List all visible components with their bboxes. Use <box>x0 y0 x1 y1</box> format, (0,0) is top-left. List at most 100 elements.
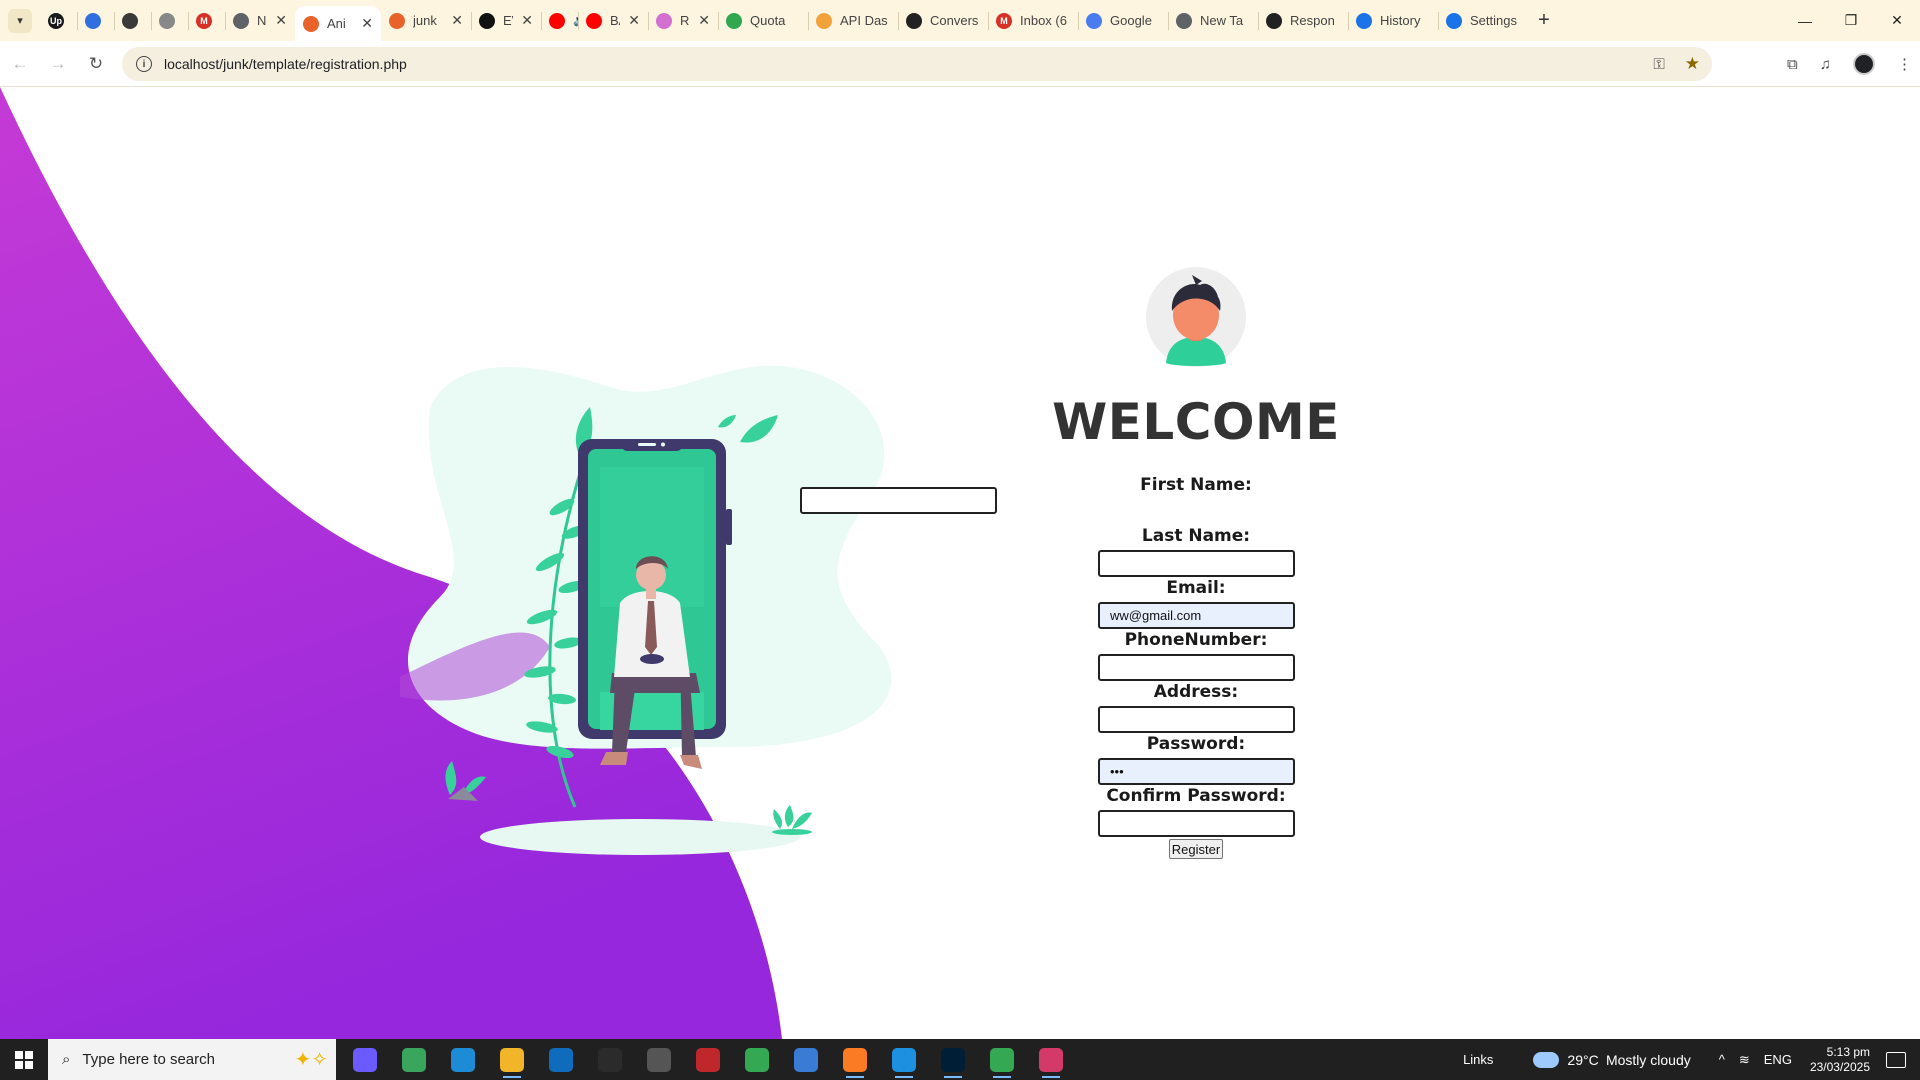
taskbar-app[interactable] <box>340 1039 389 1080</box>
search-highlight-icon: ✦✧ <box>294 1049 328 1071</box>
tab-favicon-icon <box>726 12 742 29</box>
browser-tab[interactable] <box>77 0 114 41</box>
start-button[interactable] <box>0 1039 48 1080</box>
browser-tab[interactable]: Settings <box>1438 0 1528 41</box>
address-bar[interactable]: i localhost/junk/template/registration.p… <box>122 47 1712 81</box>
tab-list: Up M Ne ✕ Ani ✕ junk ✕ EV ✕ 🔈✕ BA ✕ Rev ✕ Quota API Das C… <box>40 0 1528 41</box>
file-explorer-icon <box>499 1047 524 1072</box>
close-tab-icon[interactable]: ✕ <box>521 12 533 29</box>
first-name-input[interactable] <box>800 487 997 514</box>
browser-tab[interactable]: junk ✕ <box>381 0 471 41</box>
menu-kebab-icon[interactable]: ⋮ <box>1897 55 1912 73</box>
browser-tab[interactable]: Rev ✕ <box>648 0 718 41</box>
new-tab-button[interactable]: + <box>1528 5 1560 37</box>
taskbar-app[interactable] <box>732 1039 781 1080</box>
search-icon: ⌕ <box>62 1051 71 1068</box>
browser-tab[interactable]: Google <box>1078 0 1168 41</box>
tab-favicon-icon: Up <box>48 12 64 29</box>
close-tab-icon[interactable]: ✕ <box>698 12 710 29</box>
last-name-input[interactable] <box>1098 550 1295 577</box>
arrow-left-icon: ← <box>11 53 29 73</box>
profile-avatar[interactable] <box>1853 53 1875 75</box>
restore-button[interactable]: ❐ <box>1828 0 1874 41</box>
taskbar-app[interactable] <box>389 1039 438 1080</box>
site-info-icon[interactable]: i <box>136 56 152 72</box>
browser-tab[interactable]: Quota <box>718 0 808 41</box>
links-toolbar[interactable]: Links <box>1463 1052 1493 1067</box>
password-label: Password: <box>1146 734 1246 754</box>
reload-button[interactable]: ↻ <box>78 46 114 82</box>
taskbar-app[interactable] <box>830 1039 879 1080</box>
taskbar-app[interactable] <box>1026 1039 1075 1080</box>
close-window-button[interactable]: ✕ <box>1874 0 1920 41</box>
browser-tab[interactable]: API Das <box>808 0 898 41</box>
clock[interactable]: 5:13 pm 23/03/2025 <box>1810 1045 1870 1075</box>
browser-tab[interactable]: Ne ✕ <box>225 0 295 41</box>
address-input[interactable] <box>1098 706 1295 733</box>
taskbar-app[interactable] <box>977 1039 1026 1080</box>
store-icon <box>793 1047 818 1072</box>
taskbar-app[interactable] <box>438 1039 487 1080</box>
taskbar-app[interactable] <box>585 1039 634 1080</box>
tab-favicon-icon <box>303 15 319 32</box>
wifi-icon[interactable]: ≋ <box>1739 1052 1750 1068</box>
windows-taskbar: ⌕ Type here to search ✦✧ Links 29°C Most… <box>0 1039 1920 1080</box>
system-tray: Links 29°C Mostly cloudy ^ ≋ ENG 5:13 pm… <box>1463 1039 1920 1080</box>
person-on-phone-illustration <box>400 365 892 855</box>
chevron-up-icon[interactable]: ^ <box>1719 1052 1725 1068</box>
email-input[interactable] <box>1098 602 1295 629</box>
taskbar-app[interactable] <box>683 1039 732 1080</box>
browser-tab[interactable]: EV ✕ <box>471 0 541 41</box>
tab-favicon-icon <box>1356 12 1372 29</box>
tab-title: Ne <box>257 13 267 28</box>
browser-tab[interactable]: Respon <box>1258 0 1348 41</box>
tab-search-button[interactable]: ▾ <box>0 0 40 41</box>
browser-tab[interactable]: 🔈✕ <box>541 0 578 41</box>
page-title: WELCOME <box>1052 393 1340 451</box>
browser-tab[interactable]: History <box>1348 0 1438 41</box>
browser-tab[interactable]: Up <box>40 0 77 41</box>
last-name-label: Last Name: <box>1141 526 1251 546</box>
taskbar-app[interactable] <box>487 1039 536 1080</box>
chrome-profile-icon <box>989 1047 1014 1072</box>
taskbar-app[interactable] <box>781 1039 830 1080</box>
bookmark-star-icon[interactable]: ★ <box>1685 54 1700 74</box>
notification-icon[interactable] <box>1886 1051 1906 1068</box>
close-tab-icon[interactable]: ✕ <box>275 12 287 29</box>
register-button[interactable]: Register <box>1169 839 1223 859</box>
taskbar-app[interactable] <box>879 1039 928 1080</box>
tab-title: Quota <box>750 13 786 28</box>
taskbar-search[interactable]: ⌕ Type here to search ✦✧ <box>48 1039 336 1080</box>
taskbar-app[interactable] <box>634 1039 683 1080</box>
browser-tab[interactable] <box>151 0 188 41</box>
minimize-button[interactable]: — <box>1782 0 1828 41</box>
media-controls-icon[interactable]: ♫ <box>1820 56 1831 73</box>
filezilla-icon <box>695 1047 720 1072</box>
taskbar-app[interactable] <box>928 1039 977 1080</box>
browser-tab[interactable] <box>114 0 151 41</box>
browser-tab[interactable]: M <box>188 0 225 41</box>
close-tab-icon[interactable]: ✕ <box>628 12 640 29</box>
forward-button[interactable]: → <box>40 46 76 82</box>
browser-tab[interactable]: Ani ✕ <box>295 6 381 41</box>
taskbar-app[interactable] <box>536 1039 585 1080</box>
password-input[interactable] <box>1098 758 1295 785</box>
close-tab-icon[interactable]: ✕ <box>361 15 373 32</box>
phone-input[interactable] <box>1098 654 1295 681</box>
back-button[interactable]: ← <box>2 46 38 82</box>
tab-title: Google <box>1110 13 1152 28</box>
browser-tab[interactable]: BA ✕ <box>578 0 648 41</box>
extensions-icon[interactable]: ⧉ <box>1787 56 1798 73</box>
browser-tab[interactable]: Convers <box>898 0 988 41</box>
language-indicator[interactable]: ENG <box>1764 1052 1792 1068</box>
tab-title: Convers <box>930 13 979 28</box>
search-placeholder: Type here to search <box>82 1051 215 1068</box>
password-key-icon[interactable]: ⚿ <box>1653 56 1664 73</box>
weather-widget[interactable]: 29°C Mostly cloudy <box>1533 1051 1691 1068</box>
confirm-password-input[interactable] <box>1098 810 1295 837</box>
url-text[interactable]: localhost/junk/template/registration.php <box>164 56 407 72</box>
first-name-label: First Name: <box>1140 475 1252 495</box>
browser-tab[interactable]: M Inbox (6 <box>988 0 1078 41</box>
browser-tab[interactable]: New Ta <box>1168 0 1258 41</box>
close-tab-icon[interactable]: ✕ <box>451 12 463 29</box>
